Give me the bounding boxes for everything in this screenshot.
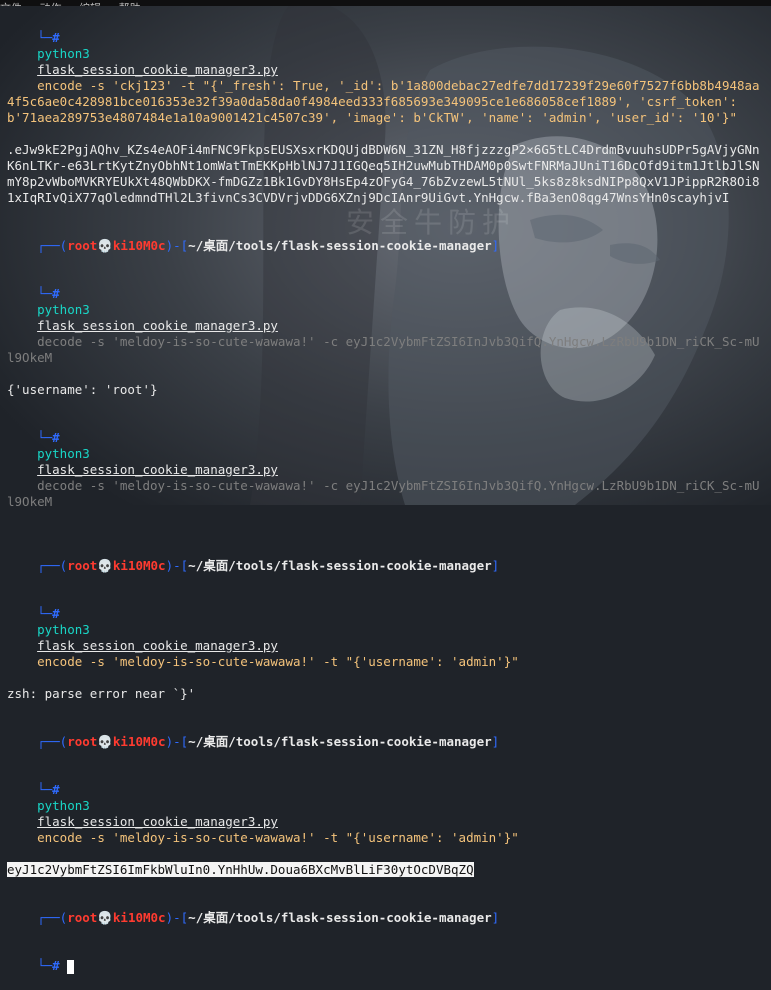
- script-name: flask_session_cookie_manager3.py: [37, 318, 278, 333]
- command-output: .eJw9kE2PgjAQhv_KZs4eAOFi4mFNC9FkpsEUSXs…: [7, 142, 760, 205]
- command-line: └─# python3 flask_session_cookie_manager…: [7, 270, 763, 382]
- command-name: python3: [37, 798, 90, 813]
- prompt-path: ~/桌面/tools/flask-session-cookie-manager: [188, 238, 492, 253]
- prompt-frame-bottom: └─: [37, 958, 53, 973]
- prompt-host: ki10M0c: [112, 734, 166, 749]
- prompt-frame-bottom: └─: [37, 30, 53, 45]
- prompt-symbol: #: [52, 782, 60, 797]
- prompt-frame-top: ┌──(: [37, 238, 68, 253]
- terminal-output[interactable]: └─# python3 flask_session_cookie_manager…: [7, 14, 763, 990]
- command-args: decode -s 'meldoy-is-so-cute-wawawa!' -c…: [7, 334, 760, 365]
- command-args: encode -s 'meldoy-is-so-cute-wawawa!' -t…: [37, 830, 519, 845]
- prompt-frame-mid: )-[: [165, 910, 189, 925]
- prompt-frame-bottom: └─: [37, 430, 53, 445]
- menu-item-help[interactable]: 帮助: [119, 3, 141, 6]
- command-name: python3: [37, 622, 90, 637]
- menu-item-file[interactable]: 文件: [0, 3, 22, 6]
- prompt-symbol: #: [52, 286, 60, 301]
- skull-icon: 💀: [97, 238, 113, 253]
- prompt-header: ┌──(root💀ki10M0c)-[~/桌面/tools/flask-sess…: [7, 542, 763, 590]
- prompt-frame-top: ┌──(: [37, 558, 68, 573]
- command-line: └─# python3 flask_session_cookie_manager…: [7, 14, 763, 142]
- menu-item-edit[interactable]: 编辑: [79, 3, 101, 6]
- prompt-frame-mid: )-[: [165, 558, 189, 573]
- prompt-user: root: [67, 558, 98, 573]
- command-args: encode -s 'ckj123' -t "{'_fresh': True, …: [7, 78, 760, 125]
- prompt-user: root: [67, 910, 98, 925]
- command-line: └─# python3 flask_session_cookie_manager…: [7, 414, 763, 526]
- prompt-symbol: #: [52, 430, 60, 445]
- command-name: python3: [37, 46, 90, 61]
- prompt-path: ~/桌面/tools/flask-session-cookie-manager: [188, 910, 492, 925]
- menu-bar: 文件 动作 编辑 帮助: [0, 0, 771, 6]
- prompt-header: ┌──(root💀ki10M0c)-[~/桌面/tools/flask-sess…: [7, 894, 763, 942]
- script-name: flask_session_cookie_manager3.py: [37, 814, 278, 829]
- command-args: decode -s 'meldoy-is-so-cute-wawawa!' -c…: [7, 478, 760, 509]
- script-name: flask_session_cookie_manager3.py: [37, 462, 278, 477]
- command-line: └─# python3 flask_session_cookie_manager…: [7, 766, 763, 862]
- prompt-frame-end: ]: [491, 558, 500, 573]
- prompt-host: ki10M0c: [112, 910, 166, 925]
- prompt-frame-mid: )-[: [165, 238, 189, 253]
- prompt-path: ~/桌面/tools/flask-session-cookie-manager: [188, 558, 492, 573]
- script-name: flask_session_cookie_manager3.py: [37, 62, 278, 77]
- command-output: {'username': 'root'}: [7, 382, 158, 397]
- command-output: zsh: parse error near `}': [7, 686, 196, 701]
- command-line: └─# python3 flask_session_cookie_manager…: [7, 590, 763, 686]
- prompt-frame-top: ┌──(: [37, 734, 68, 749]
- prompt-header: ┌──(root💀ki10M0c)-[~/桌面/tools/flask-sess…: [7, 718, 763, 766]
- menu-item-action[interactable]: 动作: [40, 3, 62, 6]
- prompt-user: root: [67, 734, 98, 749]
- text-cursor[interactable]: [67, 959, 75, 974]
- prompt-frame-end: ]: [491, 910, 500, 925]
- command-name: python3: [37, 446, 90, 461]
- selected-output-text[interactable]: eyJ1c2VybmFtZSI6ImFkbWluIn0.YnHhUw.Doua6…: [7, 862, 474, 877]
- prompt-host: ki10M0c: [112, 238, 166, 253]
- script-name: flask_session_cookie_manager3.py: [37, 638, 278, 653]
- prompt-frame-bottom: └─: [37, 782, 53, 797]
- prompt-symbol: #: [52, 30, 60, 45]
- prompt-frame-top: ┌──(: [37, 910, 68, 925]
- prompt-frame-bottom: └─: [37, 606, 53, 621]
- skull-icon: 💀: [97, 910, 113, 925]
- prompt-user: root: [67, 238, 98, 253]
- command-args: encode -s 'meldoy-is-so-cute-wawawa!' -t…: [37, 654, 519, 669]
- prompt-symbol: #: [52, 606, 60, 621]
- prompt-host: ki10M0c: [112, 558, 166, 573]
- prompt-symbol: #: [52, 958, 60, 973]
- command-name: python3: [37, 302, 90, 317]
- prompt-frame-mid: )-[: [165, 734, 189, 749]
- prompt-header: ┌──(root💀ki10M0c)-[~/桌面/tools/flask-sess…: [7, 222, 763, 270]
- prompt-frame-end: ]: [491, 734, 500, 749]
- current-command-line[interactable]: └─#: [7, 942, 763, 990]
- prompt-frame-end: ]: [491, 238, 500, 253]
- skull-icon: 💀: [97, 558, 113, 573]
- prompt-path: ~/桌面/tools/flask-session-cookie-manager: [188, 734, 492, 749]
- skull-icon: 💀: [97, 734, 113, 749]
- prompt-frame-bottom: └─: [37, 286, 53, 301]
- command-output: eyJ1c2VybmFtZSI6ImFkbWluIn0.YnHhUw.Doua6…: [7, 862, 763, 878]
